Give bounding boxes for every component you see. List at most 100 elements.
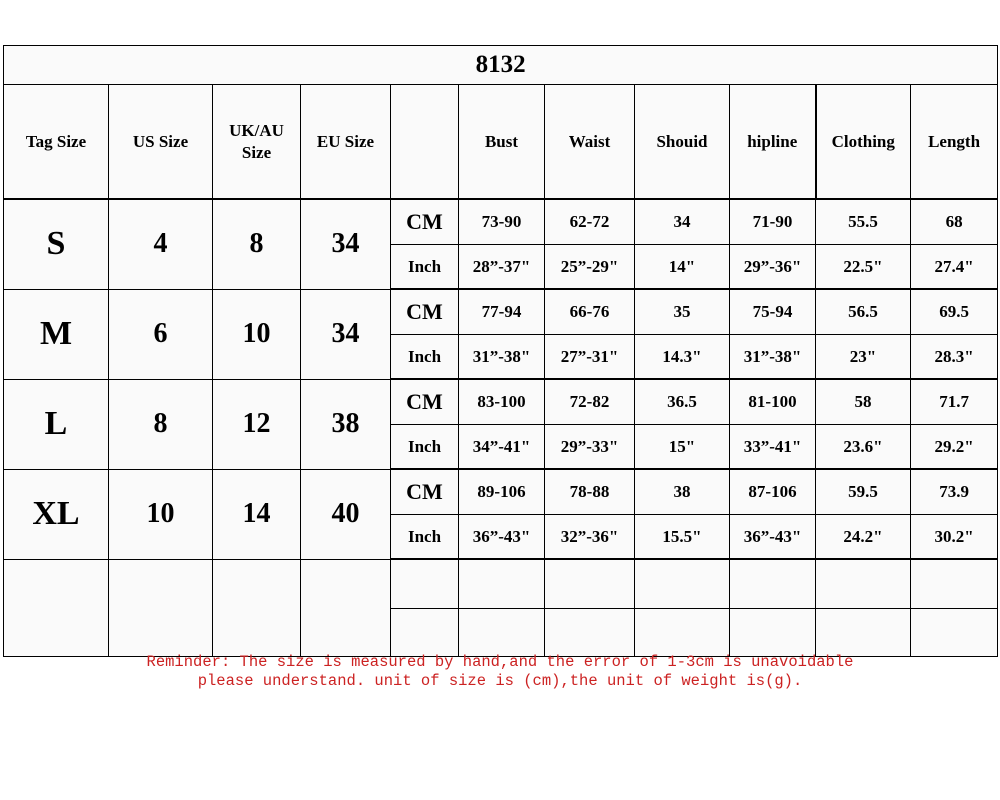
- cell-bust-inch: [458, 608, 545, 657]
- cell-tag-size: S: [3, 198, 109, 290]
- header-waist: Waist: [544, 84, 635, 200]
- cell-hipline-cm: 75-94: [729, 288, 816, 335]
- cell-clothing-cm: [815, 558, 911, 609]
- cell-length-inch: 29.2": [909, 424, 999, 470]
- cell-unit-inch: Inch: [390, 424, 459, 470]
- cell-unit-cm: CM: [390, 378, 459, 425]
- cell-bust-cm: 77-94: [458, 288, 545, 335]
- cell-waist-inch: 32”-36": [544, 514, 635, 560]
- header-us-size: US Size: [108, 84, 213, 200]
- cell-waist-inch: 25”-29": [544, 244, 635, 290]
- header-eu-size: EU Size: [300, 84, 391, 200]
- header-hipline: hipline: [729, 84, 816, 200]
- cell-shoulder-cm: 35: [634, 288, 730, 335]
- reminder-note: Reminder: The size is measured by hand,a…: [0, 653, 1000, 691]
- cell-hipline-cm: 71-90: [729, 198, 816, 245]
- cell-uk-au-size: 10: [212, 288, 301, 380]
- cell-us-size: 4: [108, 198, 213, 290]
- header-clothing: Clothing: [814, 84, 911, 200]
- cell-hipline-cm: 81-100: [729, 378, 816, 425]
- reminder-line-1: Reminder: The size is measured by hand,a…: [146, 653, 854, 671]
- cell-eu-size: [300, 558, 391, 657]
- cell-waist-inch: 29”-33": [544, 424, 635, 470]
- header-shoulder: Shouid: [634, 84, 730, 200]
- cell-shoulder-inch: [634, 608, 730, 657]
- cell-uk-au-size: 14: [212, 468, 301, 560]
- header-length: Length: [909, 84, 999, 200]
- cell-eu-size: 34: [300, 288, 391, 380]
- cell-eu-size: 38: [300, 378, 391, 470]
- cell-hipline-inch: [729, 608, 816, 657]
- cell-tag-size: L: [3, 378, 109, 470]
- cell-clothing-cm: 59.5: [815, 468, 911, 515]
- cell-uk-au-size: [212, 558, 301, 657]
- cell-shoulder-cm: 34: [634, 198, 730, 245]
- cell-length-inch: 30.2": [909, 514, 999, 560]
- cell-shoulder-cm: [634, 558, 730, 609]
- cell-shoulder-inch: 14.3": [634, 334, 730, 380]
- cell-length-cm: 71.7: [909, 378, 999, 425]
- cell-hipline-cm: [729, 558, 816, 609]
- cell-bust-cm: 73-90: [458, 198, 545, 245]
- cell-waist-cm: 72-82: [544, 378, 635, 425]
- size-chart-container: 8132 Tag Size US Size UK/AU Size EU Size…: [2, 45, 999, 657]
- cell-waist-inch: [544, 608, 635, 657]
- cell-us-size: 6: [108, 288, 213, 380]
- cell-clothing-inch: [815, 608, 911, 657]
- cell-clothing-inch: 23.6": [815, 424, 911, 470]
- cell-length-cm: [909, 558, 999, 609]
- reminder-line-2: please understand. unit of size is (cm),…: [197, 672, 803, 690]
- cell-hipline-inch: 31”-38": [729, 334, 816, 380]
- cell-unit-cm: CM: [390, 288, 459, 335]
- cell-shoulder-inch: 15": [634, 424, 730, 470]
- cell-waist-cm: [544, 558, 635, 609]
- cell-clothing-inch: 22.5": [815, 244, 911, 290]
- cell-uk-au-size: 8: [212, 198, 301, 290]
- cell-hipline-inch: 33”-41": [729, 424, 816, 470]
- table-row: M 6 10 34 CM 77-94 66-76 35 75-94 56.5 6…: [3, 288, 999, 380]
- cell-length-inch: 28.3": [909, 334, 999, 380]
- cell-length-cm: 68: [909, 198, 999, 245]
- header-bust: Bust: [458, 84, 545, 200]
- cell-eu-size: 40: [300, 468, 391, 560]
- page-title: 8132: [2, 45, 999, 85]
- cell-clothing-cm: 55.5: [815, 198, 911, 245]
- cell-tag-size: [3, 558, 109, 657]
- cell-shoulder-cm: 36.5: [634, 378, 730, 425]
- cell-unit-inch: Inch: [390, 514, 459, 560]
- table-row: XL 10 14 40 CM 89-106 78-88 38 87-106 59…: [3, 468, 999, 560]
- cell-us-size: 10: [108, 468, 213, 560]
- header-uk-au-size: UK/AU Size: [212, 84, 301, 200]
- cell-waist-cm: 78-88: [544, 468, 635, 515]
- table-row: L 8 12 38 CM 83-100 72-82 36.5 81-100 58…: [3, 378, 999, 470]
- cell-clothing-cm: 56.5: [815, 288, 911, 335]
- cell-bust-cm: [458, 558, 545, 609]
- header-row: Tag Size US Size UK/AU Size EU Size Bust…: [3, 84, 999, 200]
- cell-unit-cm: CM: [390, 198, 459, 245]
- cell-unit-inch: Inch: [390, 244, 459, 290]
- cell-shoulder-inch: 14": [634, 244, 730, 290]
- cell-waist-cm: 62-72: [544, 198, 635, 245]
- cell-shoulder-inch: 15.5": [634, 514, 730, 560]
- cell-length-cm: 69.5: [909, 288, 999, 335]
- cell-hipline-cm: 87-106: [729, 468, 816, 515]
- cell-bust-inch: 36”-43": [458, 514, 545, 560]
- cell-bust-inch: 28”-37": [458, 244, 545, 290]
- cell-us-size: 8: [108, 378, 213, 470]
- cell-bust-inch: 31”-38": [458, 334, 545, 380]
- cell-length-inch: 27.4": [909, 244, 999, 290]
- size-chart-table: 8132 Tag Size US Size UK/AU Size EU Size…: [2, 45, 999, 657]
- cell-hipline-inch: 29”-36": [729, 244, 816, 290]
- cell-bust-cm: 83-100: [458, 378, 545, 425]
- cell-unit-cm: CM: [390, 468, 459, 515]
- cell-us-size: [108, 558, 213, 657]
- cell-waist-cm: 66-76: [544, 288, 635, 335]
- header-unit: [390, 84, 459, 200]
- title-row: 8132: [2, 45, 999, 85]
- cell-unit-inch: Inch: [390, 334, 459, 380]
- table-row: S 4 8 34 CM 73-90 62-72 34 71-90 55.5 68: [3, 198, 999, 290]
- cell-hipline-inch: 36”-43": [729, 514, 816, 560]
- cell-uk-au-size: 12: [212, 378, 301, 470]
- cell-eu-size: 34: [300, 198, 391, 290]
- cell-clothing-inch: 24.2": [815, 514, 911, 560]
